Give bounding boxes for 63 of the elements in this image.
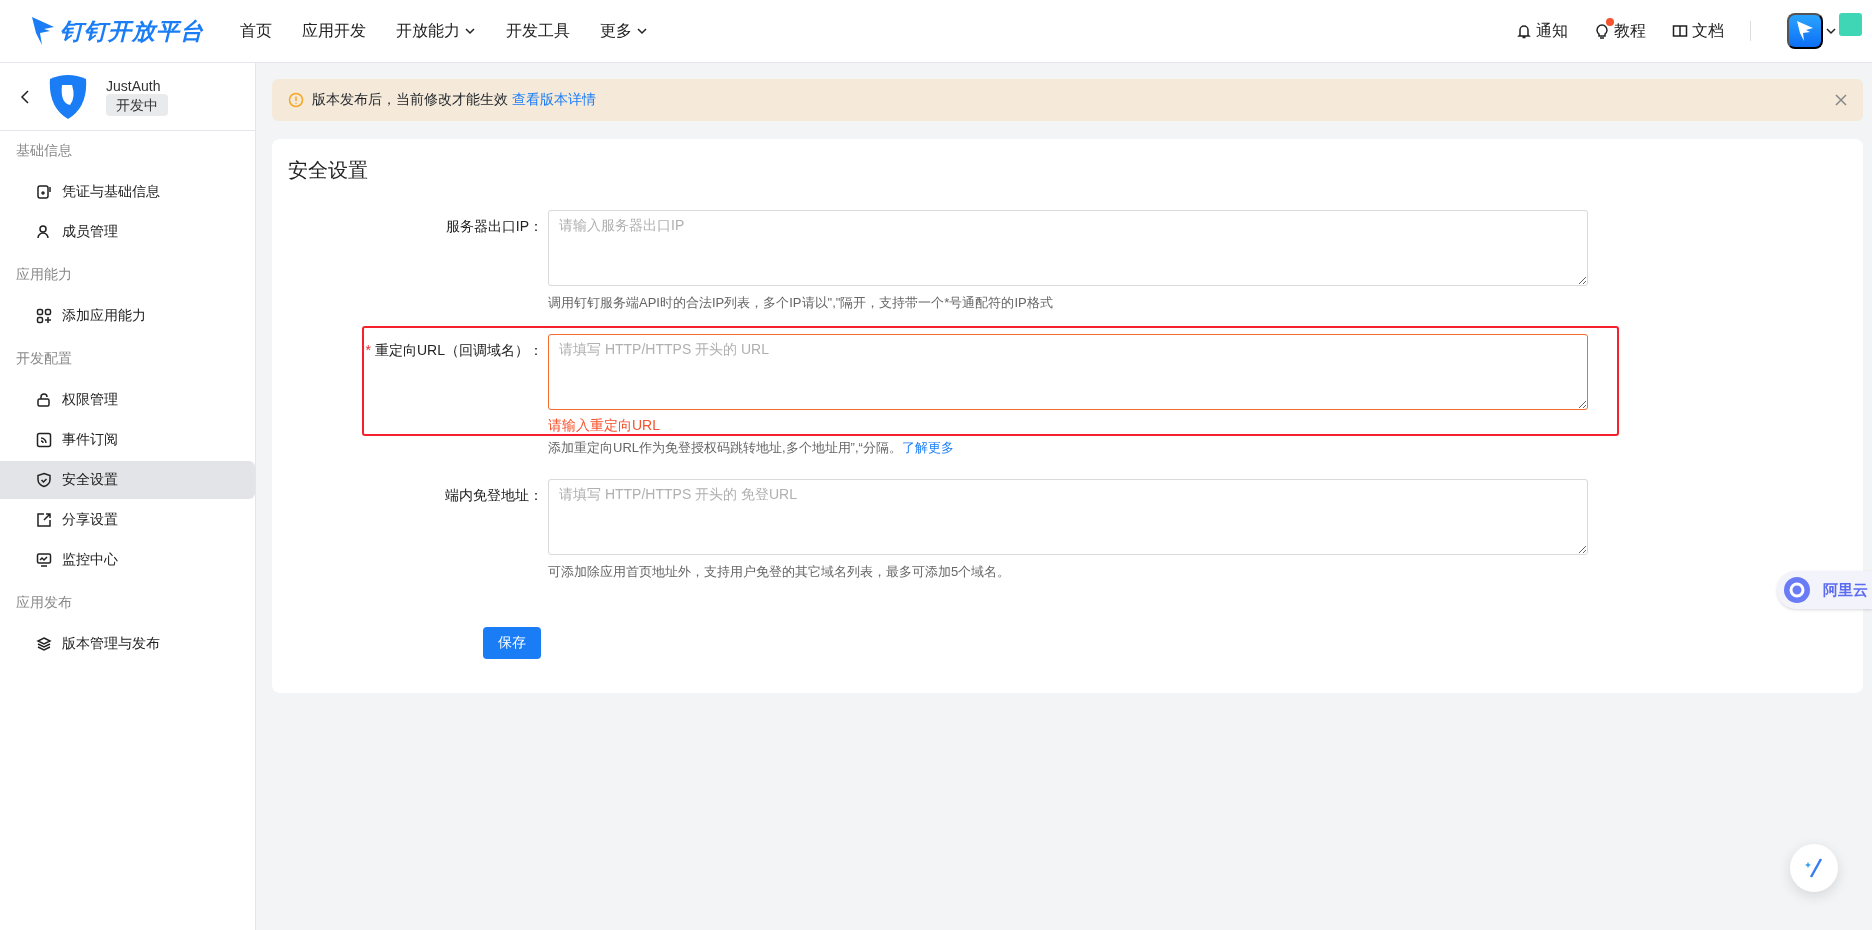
save-button[interactable]: 保存 bbox=[483, 627, 541, 659]
notice-text: 版本发布后，当前修改才能生效 查看版本详情 bbox=[312, 91, 596, 109]
help-text: 调用钉钉服务端API时的合法IP列表，多个IP请以","隔开，支持带一个*号通配符的IP格式 bbox=[548, 294, 1054, 312]
monitor-icon bbox=[36, 552, 52, 568]
nav-item[interactable]: 首页 bbox=[240, 16, 272, 46]
layers-icon bbox=[36, 636, 52, 652]
error-message: 请输入重定向URL bbox=[548, 417, 661, 435]
app-name: JustAuth bbox=[106, 78, 162, 94]
learn-more-link[interactable]: 了解更多 bbox=[901, 440, 954, 455]
chevron-down-icon bbox=[636, 25, 648, 37]
id-card-icon bbox=[36, 184, 52, 200]
sidebar-item[interactable]: 凭证与基础信息 bbox=[0, 173, 255, 211]
book-icon bbox=[1672, 23, 1688, 39]
sidebar-item[interactable]: 版本管理与发布 bbox=[0, 625, 255, 663]
status-tag: 开发中 bbox=[106, 94, 168, 116]
floating-widget[interactable]: 阿里云 bbox=[1777, 571, 1872, 609]
help-text: 可添加除应用首页地址外，支持用户免登的其它域名列表，最多可添加5个域名。 bbox=[548, 563, 1012, 581]
person-icon bbox=[36, 224, 52, 240]
sidebar-group-title: 应用发布 bbox=[15, 593, 73, 612]
share-icon bbox=[36, 512, 52, 528]
rss-icon bbox=[36, 432, 52, 448]
chevron-down-icon bbox=[1825, 25, 1837, 37]
sidebar-item[interactable]: 事件订阅 bbox=[0, 421, 255, 459]
app-switcher-button[interactable] bbox=[1787, 13, 1823, 49]
sidebar-group-title: 应用能力 bbox=[15, 265, 73, 284]
wing-icon bbox=[1795, 19, 1815, 43]
header-link[interactable]: 通知 bbox=[1516, 20, 1568, 42]
lightbulb-icon bbox=[1594, 23, 1610, 39]
sidebar-group-title: 基础信息 bbox=[15, 141, 73, 160]
shield-icon bbox=[36, 472, 52, 488]
sidebar-item[interactable]: 监控中心 bbox=[0, 541, 255, 579]
sidebar-item[interactable]: 权限管理 bbox=[0, 381, 255, 419]
sidebar-item[interactable]: 添加应用能力 bbox=[0, 297, 255, 335]
sidebar-group-title: 开发配置 bbox=[15, 349, 73, 368]
section-title: 安全设置 bbox=[288, 158, 369, 183]
nav-item[interactable]: 开放能力 bbox=[396, 16, 476, 46]
sidebar-item[interactable]: 安全设置 bbox=[0, 461, 255, 499]
chevron-down-icon bbox=[464, 25, 476, 37]
help-text: 添加重定向URL作为免登授权码跳转地址,多个地址用”,“分隔。了解更多 bbox=[548, 439, 955, 457]
nav-item[interactable]: 应用开发 bbox=[302, 16, 366, 46]
close-icon bbox=[1835, 94, 1847, 106]
lock-icon bbox=[36, 392, 52, 408]
magic-wand-icon bbox=[1804, 857, 1824, 879]
field-label: 服务器出口IP： bbox=[444, 217, 543, 236]
nav-item[interactable]: 更多 bbox=[600, 16, 648, 46]
assistant-button[interactable] bbox=[1790, 844, 1838, 892]
sidebar-item[interactable]: 成员管理 bbox=[0, 213, 255, 251]
header-link[interactable]: 教程 bbox=[1594, 20, 1646, 42]
sidebar-item[interactable]: 分享设置 bbox=[0, 501, 255, 539]
text-area-field[interactable]: 请填写 HTTP/HTTPS 开头的 URL bbox=[548, 334, 1588, 410]
info-icon bbox=[288, 92, 304, 108]
close-button[interactable] bbox=[1835, 94, 1847, 106]
logo-text[interactable]: 钉钉开放平台 bbox=[60, 15, 204, 47]
grid-plus-icon bbox=[36, 308, 52, 324]
field-label: * 重定向URL（回调域名）： bbox=[364, 341, 543, 360]
header-link[interactable]: 文档 bbox=[1672, 20, 1724, 42]
chevron-left-icon bbox=[20, 89, 30, 104]
user-avatar[interactable] bbox=[1839, 12, 1862, 36]
wing-logo-icon bbox=[30, 15, 56, 47]
nav-item[interactable]: 开发工具 bbox=[506, 16, 570, 46]
cloud-drive-icon bbox=[1783, 576, 1811, 604]
bell-icon bbox=[1516, 23, 1532, 39]
field-label: 端内免登地址： bbox=[444, 486, 543, 505]
